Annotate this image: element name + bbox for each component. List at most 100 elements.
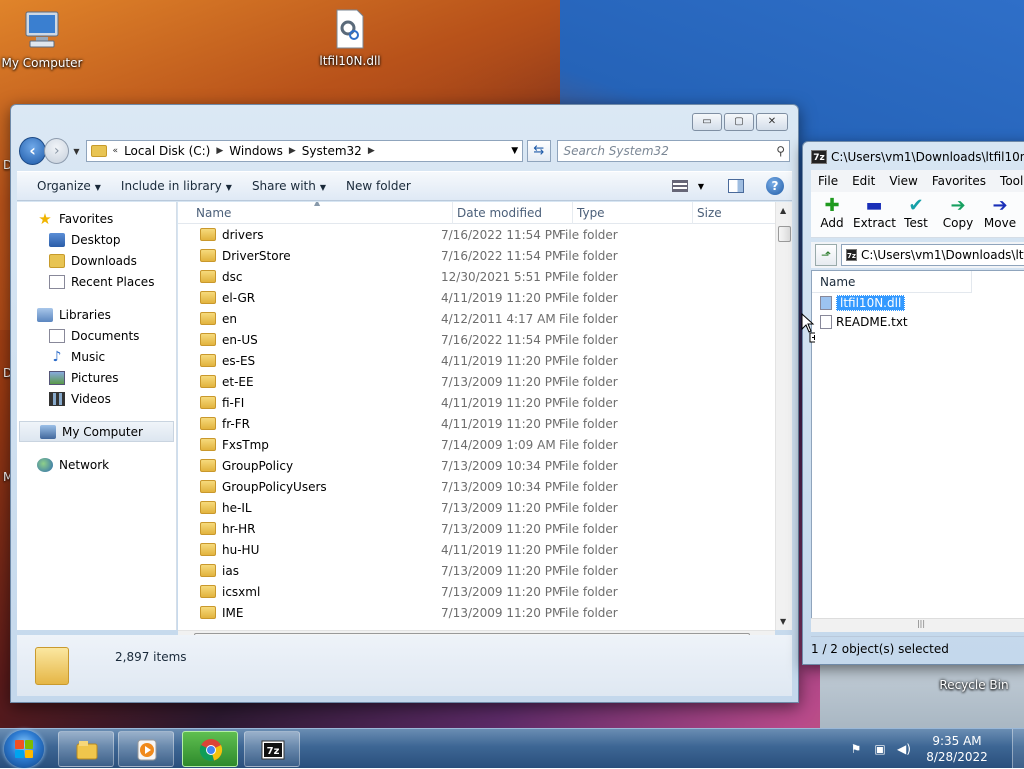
preview-pane-icon[interactable] (728, 179, 744, 193)
nav-desktop[interactable]: Desktop (17, 229, 176, 250)
desktop-icon-my-computer[interactable]: My Computer (0, 8, 84, 70)
nav-recent-places[interactable]: Recent Places (17, 271, 176, 292)
network-status-icon[interactable]: ▣ (872, 741, 888, 757)
media-player-taskbar-button[interactable] (118, 731, 174, 767)
7zip-taskbar-button[interactable]: 7z (244, 731, 300, 767)
table-row[interactable]: drivers 7/16/2022 11:54 PM File folder (178, 224, 792, 245)
search-icon[interactable]: ⚲ (776, 144, 785, 158)
nav-pictures[interactable]: Pictures (17, 367, 176, 388)
table-row[interactable]: he-IL 7/13/2009 11:20 PM File folder (178, 497, 792, 518)
menu-tools[interactable]: Tools (993, 174, 1024, 188)
folder-up-button[interactable]: ⬏ (815, 244, 837, 266)
breadcrumb-separator-icon[interactable]: ▶ (289, 146, 296, 156)
breadcrumb-separator-icon[interactable]: ▶ (216, 146, 223, 156)
organize-button[interactable]: Organize ▼ (17, 179, 111, 193)
table-row[interactable]: DriverStore 7/16/2022 11:54 PM File folder (178, 245, 792, 266)
menu-view[interactable]: View (882, 174, 924, 188)
explorer-taskbar-button[interactable] (58, 731, 114, 767)
chevron-down-icon[interactable]: ▼ (698, 182, 704, 191)
table-row[interactable]: hr-HR 7/13/2009 11:20 PM File folder (178, 518, 792, 539)
search-input[interactable]: Search System32 ⚲ (556, 140, 790, 162)
nav-favorites[interactable]: ★ Favorites (17, 208, 176, 229)
list-item[interactable]: ltfil10N.dll (812, 293, 1024, 312)
vertical-scrollbar[interactable]: ▲ ▼ (775, 202, 792, 630)
folder-icon (200, 501, 216, 514)
nav-downloads[interactable]: Downloads (17, 250, 176, 271)
breadcrumb-windows[interactable]: Windows (229, 144, 283, 158)
nav-network[interactable]: Network (17, 454, 176, 475)
path-input[interactable]: 7z C:\Users\vm1\Downloads\ltfil10n.zip\ (841, 244, 1024, 266)
address-dropdown-icon[interactable]: ▼ (511, 146, 518, 156)
minimize-button[interactable]: ▭ (692, 113, 722, 131)
table-row[interactable]: fi-FI 4/11/2019 11:20 PM File folder (178, 392, 792, 413)
table-row[interactable]: GroupPolicy 7/13/2009 10:34 PM File folder (178, 455, 792, 476)
table-row[interactable]: FxsTmp 7/14/2009 1:09 AM File folder (178, 434, 792, 455)
start-button[interactable] (4, 730, 44, 768)
column-size[interactable]: Size (693, 202, 773, 224)
nav-music[interactable]: ♪ Music (17, 346, 176, 367)
nav-videos[interactable]: Videos (17, 388, 176, 409)
menu-favorites[interactable]: Favorites (925, 174, 993, 188)
action-center-icon[interactable]: ⚑ (848, 741, 864, 757)
add-button[interactable]: ✚ Add (811, 192, 853, 237)
table-row[interactable]: icsxml 7/13/2009 11:20 PM File folder (178, 581, 792, 602)
column-type[interactable]: Type (573, 202, 693, 224)
scroll-up-icon[interactable]: ▲ (780, 206, 786, 215)
folder-icon (200, 606, 216, 619)
table-row[interactable]: hu-HU 4/11/2019 11:20 PM File folder (178, 539, 792, 560)
desktop-icon-recycle-bin[interactable]: Recycle Bin (932, 678, 1016, 692)
nav-label: Favorites (59, 211, 114, 226)
column-date-modified[interactable]: Date modified (453, 202, 573, 224)
table-row[interactable]: IME 7/13/2009 11:20 PM File folder (178, 602, 792, 623)
refresh-button[interactable]: ⇆ (527, 140, 551, 162)
horizontal-scrollbar[interactable]: ||| (811, 618, 1024, 632)
table-row[interactable]: et-EE 7/13/2009 11:20 PM File folder (178, 371, 792, 392)
recent-pages-dropdown[interactable]: ▼ (73, 147, 79, 156)
breadcrumb-local-disk[interactable]: Local Disk (C:) (124, 144, 210, 158)
forward-button[interactable]: › (44, 138, 70, 164)
new-folder-button[interactable]: New folder (336, 179, 421, 193)
address-bar[interactable]: « Local Disk (C:) ▶ Windows ▶ System32 ▶… (85, 140, 524, 162)
nav-my-computer[interactable]: My Computer (19, 421, 174, 442)
breadcrumb-separator-icon[interactable]: ▶ (368, 146, 375, 156)
column-header: ▲ Name Date modified Type Size (178, 202, 792, 224)
back-button[interactable]: ‹ (19, 137, 47, 165)
7zip-taskbar-icon: 7z (261, 740, 285, 760)
menu-edit[interactable]: Edit (845, 174, 882, 188)
help-icon[interactable]: ? (766, 177, 784, 195)
table-row[interactable]: en 4/12/2011 4:17 AM File folder (178, 308, 792, 329)
view-options-icon[interactable] (671, 180, 688, 192)
table-row[interactable]: el-GR 4/11/2019 11:20 PM File folder (178, 287, 792, 308)
address-overflow[interactable]: « (113, 146, 119, 156)
computer-icon (40, 424, 56, 439)
maximize-button[interactable]: ▢ (724, 113, 754, 131)
extract-button[interactable]: ▬ Extract (853, 192, 896, 237)
menu-file[interactable]: File (811, 174, 845, 188)
table-row[interactable]: dsc 12/30/2021 5:51 PM File folder (178, 266, 792, 287)
copy-button[interactable]: ➔ Copy (937, 192, 979, 237)
move-button[interactable]: ➔ Move (979, 192, 1021, 237)
test-button[interactable]: ✔ Test (895, 192, 937, 237)
nav-documents[interactable]: Documents (17, 325, 176, 346)
table-row[interactable]: ias 7/13/2009 11:20 PM File folder (178, 560, 792, 581)
chrome-taskbar-button[interactable] (182, 731, 238, 767)
table-row[interactable]: es-ES 4/11/2019 11:20 PM File folder (178, 350, 792, 371)
desktop-icon-dll-file[interactable]: ltfil10N.dll (308, 8, 392, 68)
table-row[interactable]: en-US 7/16/2022 11:54 PM File folder (178, 329, 792, 350)
nav-libraries[interactable]: Libraries (17, 304, 176, 325)
breadcrumb-system32[interactable]: System32 (302, 144, 362, 158)
show-desktop-button[interactable] (1012, 729, 1024, 769)
folder-icon (200, 375, 216, 388)
include-in-library-button[interactable]: Include in library ▼ (111, 179, 242, 193)
column-name[interactable]: Name (812, 271, 972, 293)
close-button[interactable]: ✕ (756, 113, 788, 131)
scroll-down-icon[interactable]: ▼ (780, 617, 786, 626)
scroll-thumb[interactable] (778, 226, 791, 242)
share-with-button[interactable]: Share with ▼ (242, 179, 336, 193)
clock[interactable]: 9:35 AM 8/28/2022 (920, 733, 994, 765)
volume-icon[interactable]: ◀) (896, 741, 912, 757)
table-row[interactable]: fr-FR 4/11/2019 11:20 PM File folder (178, 413, 792, 434)
table-row[interactable]: GroupPolicyUsers 7/13/2009 10:34 PM File f… (178, 476, 792, 497)
list-item[interactable]: README.txt (812, 312, 1024, 331)
row-type: File folder (559, 458, 618, 473)
